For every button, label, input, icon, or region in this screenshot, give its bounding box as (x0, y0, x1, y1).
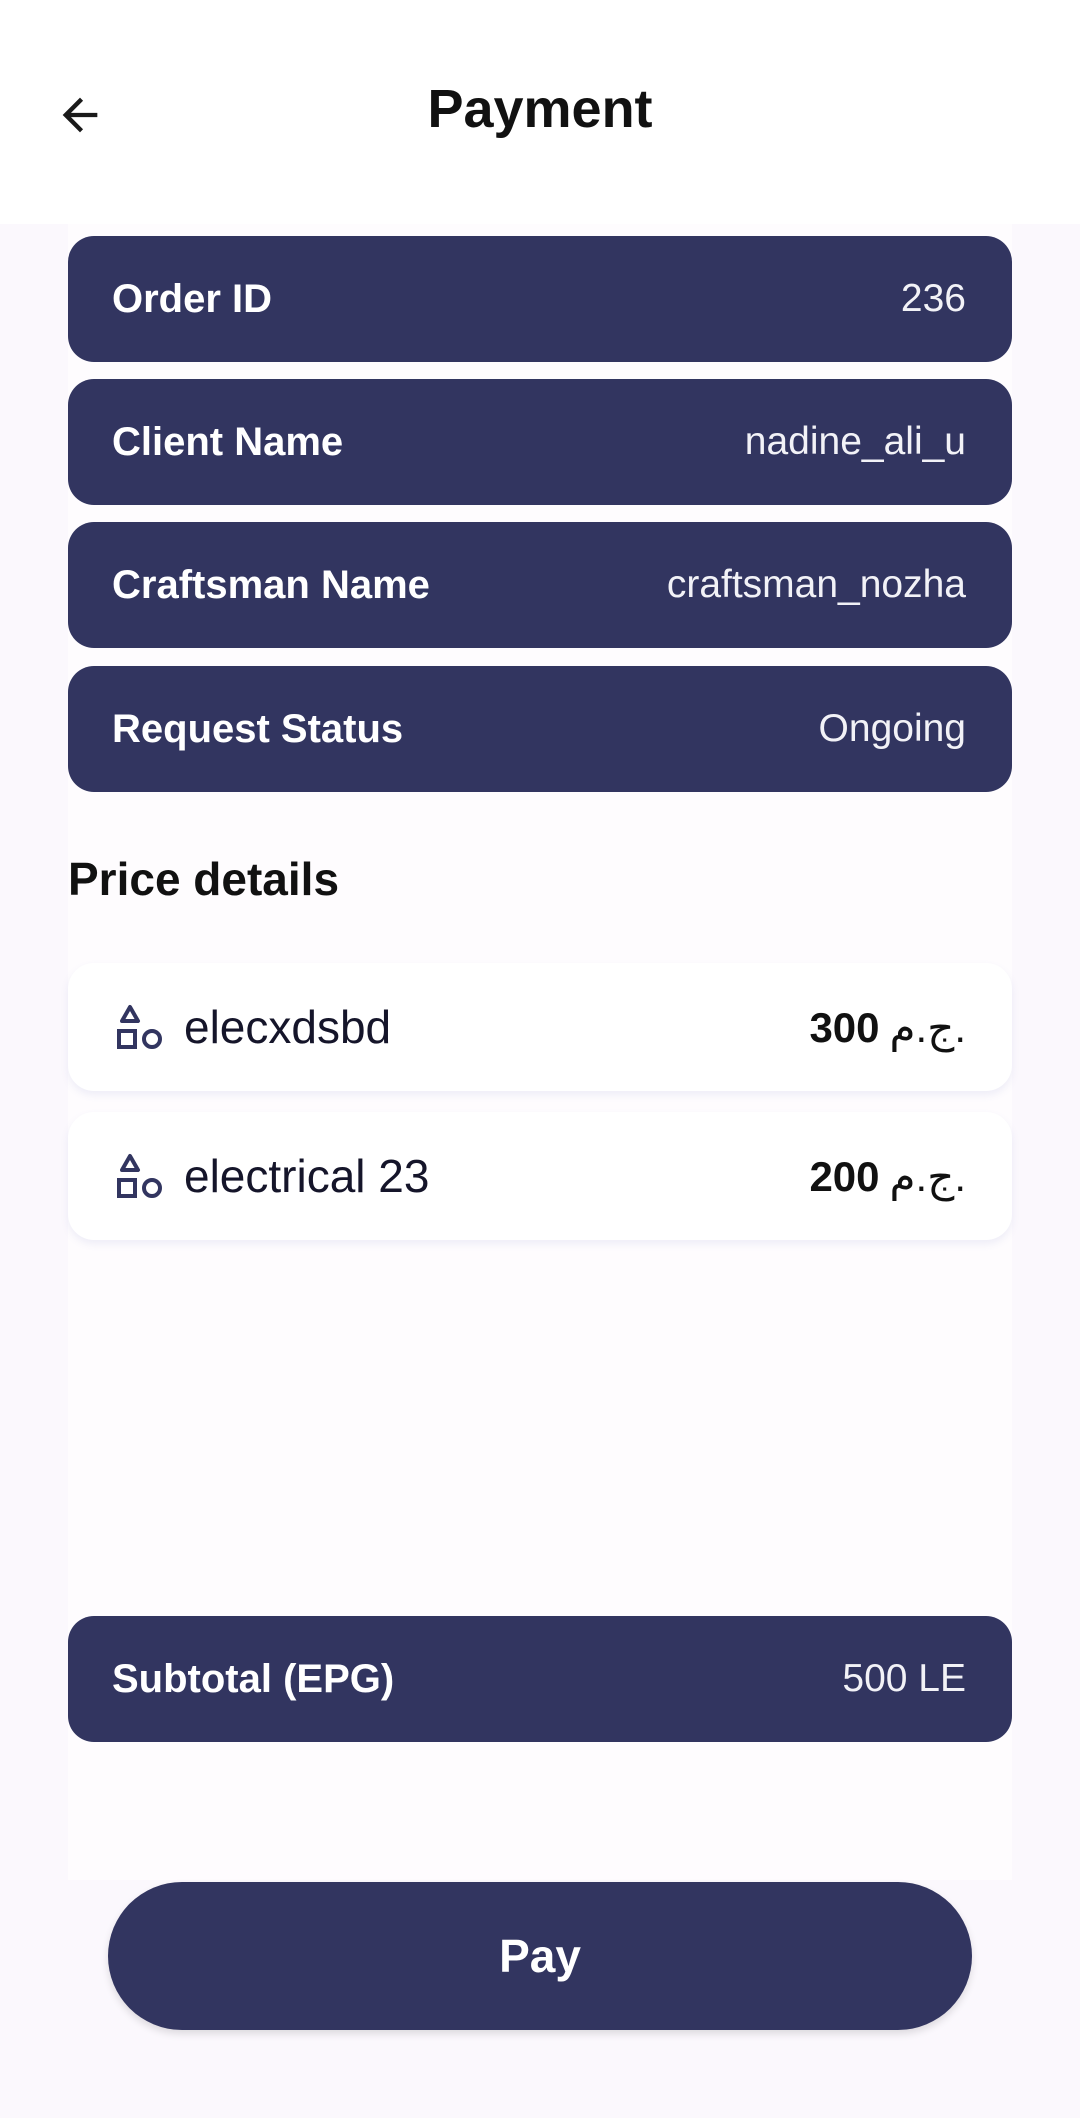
craftsman-name-card: Craftsman Name craftsman_nozha (68, 522, 1012, 648)
subtotal-card: Subtotal (EPG) 500 LE (68, 1616, 1012, 1742)
order-id-card: Order ID 236 (68, 236, 1012, 362)
page-title: Payment (427, 79, 653, 139)
request-status-card: Request Status Ongoing (68, 666, 1012, 792)
price-item-amount: 200 ج.م. (809, 1152, 966, 1201)
shapes-icon (116, 1152, 164, 1200)
client-name-card: Client Name nadine_ali_u (68, 379, 1012, 505)
order-id-value: 236 (900, 277, 966, 320)
order-id-label: Order ID (112, 276, 273, 321)
client-name-value: nadine_ali_u (744, 420, 966, 463)
price-item: elecxdsbd 300 ج.م. (68, 963, 1012, 1091)
request-status-value: Ongoing (818, 707, 966, 750)
craftsman-name-value: craftsman_nozha (666, 563, 966, 606)
price-item-currency: ج.م. (889, 1003, 966, 1051)
subtotal-value: 500 LE (842, 1657, 966, 1700)
price-item-value: 200 (809, 1152, 880, 1200)
price-item-amount: 300 ج.م. (809, 1003, 966, 1052)
craftsman-name-label: Craftsman Name (112, 562, 430, 607)
pay-button[interactable]: Pay (108, 1882, 972, 2030)
shapes-icon (116, 1003, 164, 1051)
price-item: electrical 23 200 ج.م. (68, 1112, 1012, 1240)
client-name-label: Client Name (112, 419, 344, 464)
price-item-name: electrical 23 (184, 1150, 430, 1202)
subtotal-label: Subtotal (EPG) (112, 1656, 395, 1701)
price-item-value: 300 (809, 1003, 880, 1051)
request-status-label: Request Status (112, 706, 404, 751)
app-bar: Payment (0, 0, 1080, 224)
price-item-currency: ج.م. (889, 1152, 966, 1200)
price-details-title: Price details (68, 853, 340, 905)
price-item-name: elecxdsbd (184, 1001, 392, 1053)
